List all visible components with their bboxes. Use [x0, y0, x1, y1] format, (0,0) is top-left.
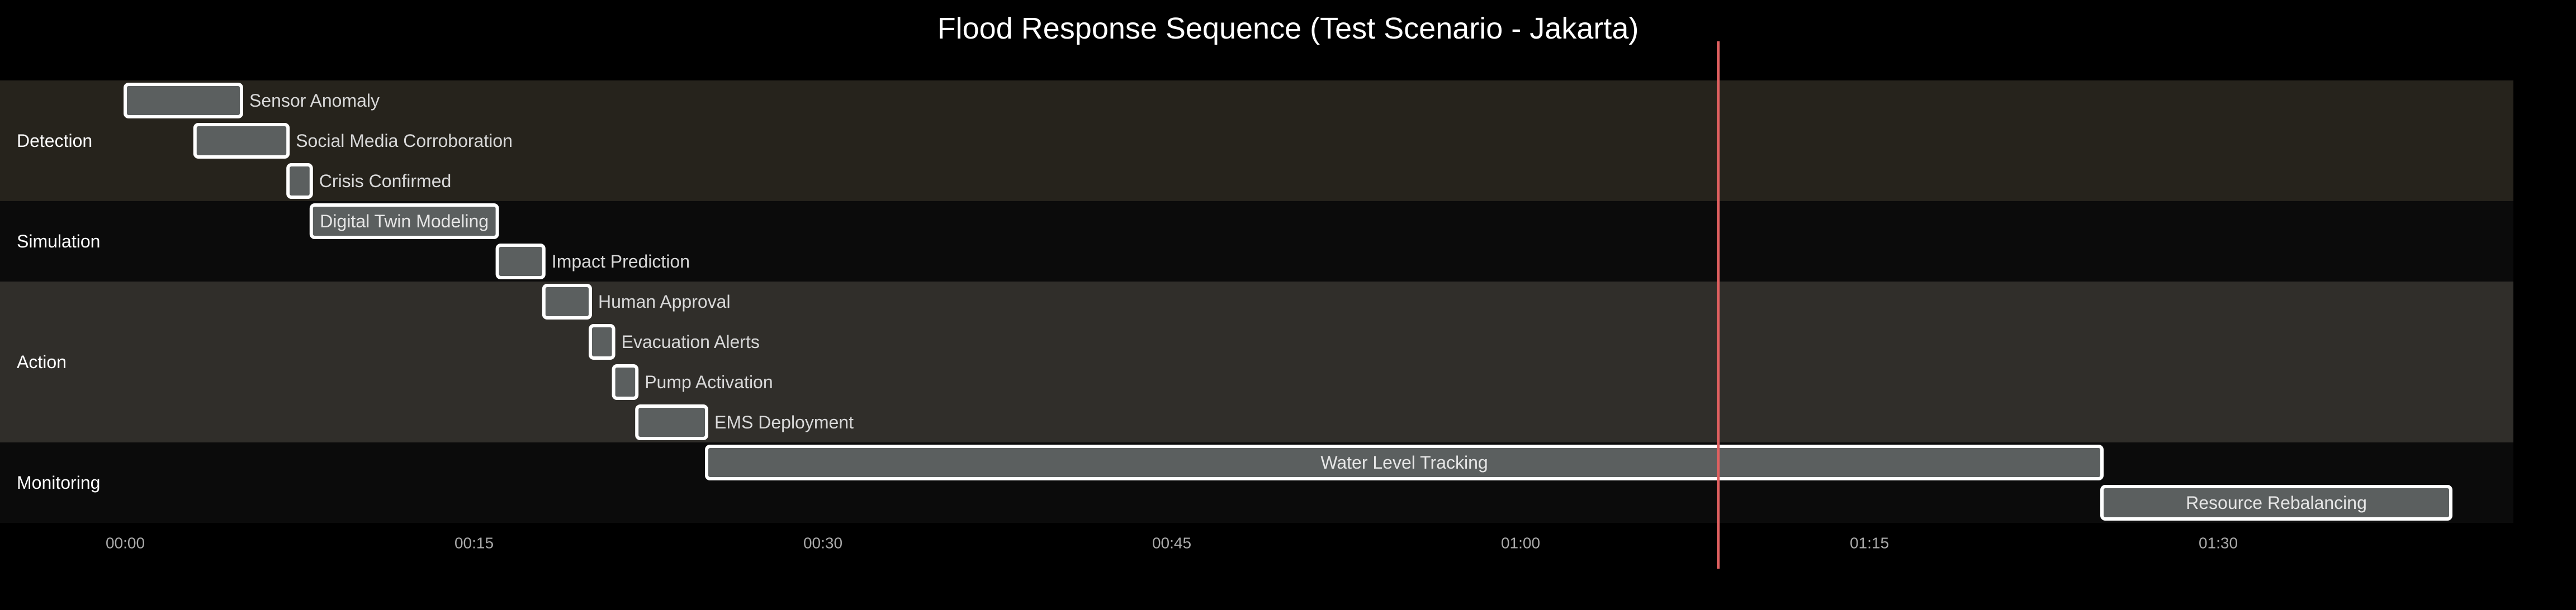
task-label-pump-activation: Pump Activation [645, 372, 773, 392]
task-label-human-approval: Human Approval [598, 292, 731, 312]
x-tick-label: 00:30 [803, 535, 842, 552]
task-label-evacuation-alerts: Evacuation Alerts [622, 332, 760, 352]
lane-band-action [0, 282, 2513, 442]
task-bar-pump-activation[interactable] [612, 364, 639, 400]
task-label-crisis-confirmed: Crisis Confirmed [319, 171, 451, 191]
x-tick-label: 00:45 [1152, 535, 1191, 552]
x-tick-label: 01:30 [2199, 535, 2238, 552]
x-tick-label: 00:15 [454, 535, 494, 552]
lane-label-monitoring: Monitoring [17, 473, 100, 493]
x-axis: 00:00 00:15 00:30 00:45 01:00 01:15 01:30 [106, 535, 2238, 552]
task-bar-evacuation-alerts[interactable] [589, 324, 615, 360]
task-bar-ems-deployment[interactable] [635, 404, 708, 440]
lane-label-simulation: Simulation [17, 231, 100, 251]
task-label-sensor-anomaly: Sensor Anomaly [249, 90, 380, 111]
task-bar-social-media-corroboration[interactable] [193, 123, 290, 159]
lane-label-detection: Detection [17, 131, 92, 151]
x-tick-label: 00:00 [106, 535, 145, 552]
task-label-resource-rebalancing: Resource Rebalancing [2186, 493, 2367, 513]
lane-label-action: Action [17, 352, 67, 372]
task-bar-crisis-confirmed[interactable] [286, 163, 313, 199]
task-label-water-level-tracking: Water Level Tracking [1320, 452, 1488, 473]
task-label-social-media-corroboration: Social Media Corroboration [296, 131, 513, 151]
task-bar-sensor-anomaly[interactable] [124, 83, 243, 118]
task-bar-human-approval[interactable] [542, 284, 592, 320]
task-label-ems-deployment: EMS Deployment [714, 412, 854, 432]
task-bar-impact-prediction[interactable] [495, 244, 546, 279]
task-label-impact-prediction: Impact Prediction [552, 251, 690, 271]
gantt-chart: Detection Simulation Action Monitoring Sens… [0, 41, 2513, 569]
x-tick-label: 01:15 [1850, 535, 1889, 552]
x-tick-label: 01:00 [1501, 535, 1540, 552]
task-label-digital-twin-modeling: Digital Twin Modeling [320, 211, 489, 231]
